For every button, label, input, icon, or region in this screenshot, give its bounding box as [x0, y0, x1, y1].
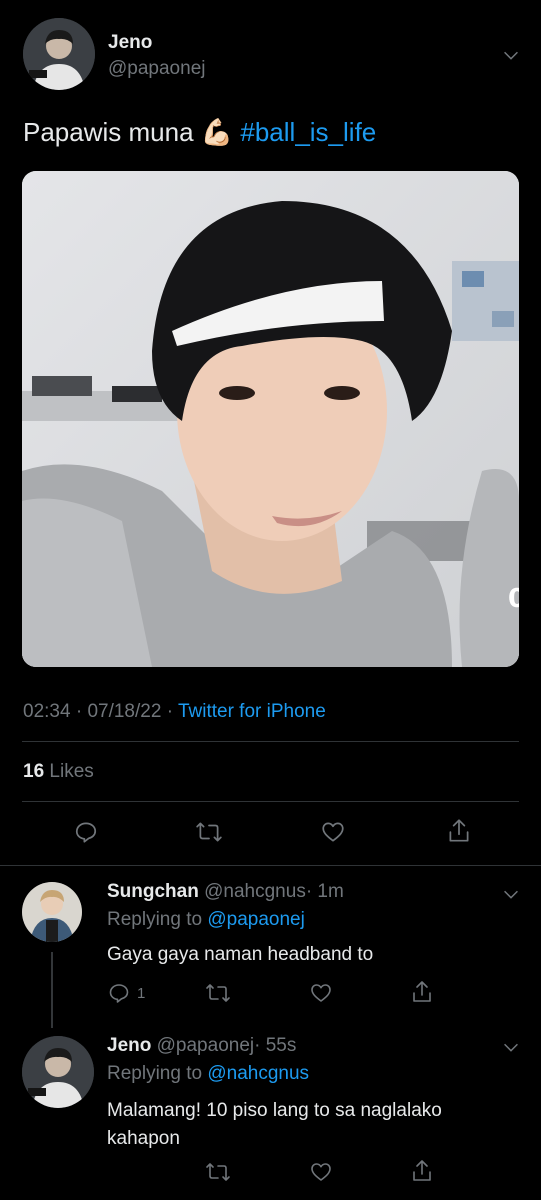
reply-count: 1	[137, 984, 146, 1002]
reply-author-name[interactable]: Jeno	[107, 1035, 151, 1056]
tweet-text: Papawis muna 💪🏻 #ball_is_life	[23, 117, 376, 148]
share-icon	[449, 819, 469, 842]
like-button[interactable]	[308, 981, 334, 1005]
photo-icon: 0	[22, 171, 519, 667]
like-button[interactable]	[308, 1160, 334, 1184]
share-button[interactable]	[410, 1158, 434, 1184]
replying-to-handle[interactable]: @papaonej	[207, 909, 304, 930]
chevron-down-icon[interactable]	[500, 1036, 522, 1058]
tweet-time: 02:34	[23, 701, 71, 722]
share-icon	[413, 981, 431, 1002]
reply-icon	[75, 822, 97, 843]
reply-button[interactable]: 1	[107, 981, 145, 1005]
reply-avatar[interactable]	[22, 882, 82, 942]
divider	[0, 865, 541, 866]
author-handle[interactable]: @papaonej	[108, 58, 205, 80]
heart-icon	[311, 984, 331, 1002]
overlay-char: 0	[508, 584, 519, 614]
replying-to-label: Replying to	[107, 909, 203, 930]
reply-text: Gaya gaya naman headband to	[107, 944, 374, 965]
reply-time: · 1m	[305, 881, 344, 902]
meta-separator: ·	[75, 701, 83, 722]
retweet-button[interactable]	[205, 1160, 231, 1184]
likes-label: Likes	[49, 761, 94, 782]
chevron-down-icon[interactable]	[500, 883, 522, 905]
retweet-icon	[196, 822, 222, 842]
reply-author-handle[interactable]: @papaonej	[157, 1035, 254, 1056]
replying-to: Replying to @nahcgnus	[107, 1063, 309, 1085]
tweet-body-text: Papawis muna	[23, 117, 194, 147]
reply-time: · 55s	[254, 1035, 297, 1056]
author-avatar[interactable]	[23, 18, 95, 90]
reply-button[interactable]	[73, 819, 99, 845]
flexed-biceps-emoji: 💪🏻	[200, 117, 234, 147]
hashtag-link[interactable]: #ball_is_life	[240, 117, 376, 147]
chevron-down-icon[interactable]	[500, 44, 522, 66]
reply-icon	[109, 984, 129, 1003]
thread-line	[51, 952, 53, 1028]
tweet-client-link[interactable]: Twitter for iPhone	[178, 701, 326, 722]
reply-header: Jeno @papaonej· 55s	[107, 1035, 296, 1057]
likes-count: 16	[23, 761, 45, 782]
replying-to: Replying to @papaonej	[107, 909, 305, 931]
share-icon	[413, 1160, 431, 1181]
like-button[interactable]	[319, 819, 347, 845]
divider	[22, 801, 519, 802]
heart-icon	[311, 1163, 331, 1181]
retweet-button[interactable]	[205, 981, 231, 1005]
retweet-button[interactable]	[195, 819, 223, 845]
retweet-icon	[206, 984, 230, 1002]
tweet-date: 07/18/22	[87, 701, 162, 722]
reply-author-handle[interactable]: @nahcgnus	[204, 881, 306, 902]
author-name[interactable]: Jeno	[108, 32, 152, 54]
share-button[interactable]	[446, 817, 472, 845]
reply-avatar[interactable]	[22, 1036, 94, 1108]
replying-to-handle[interactable]: @nahcgnus	[207, 1063, 309, 1084]
likes-summary[interactable]: 16 Likes	[23, 761, 94, 783]
divider	[22, 741, 519, 742]
heart-icon	[322, 822, 344, 842]
tweet-meta: 02:34 · 07/18/22 · Twitter for iPhone	[23, 701, 326, 723]
tweet-photo[interactable]: 0	[22, 171, 519, 667]
meta-separator-2: ·	[166, 701, 174, 722]
share-button[interactable]	[410, 979, 434, 1005]
reply-text: Malamang! 10 piso lang to sa naglalako k…	[107, 1100, 442, 1149]
reply-header: Sungchan @nahcgnus· 1m	[107, 881, 344, 903]
reply-author-name[interactable]: Sungchan	[107, 881, 199, 902]
replying-to-label: Replying to	[107, 1063, 203, 1084]
retweet-icon	[206, 1163, 230, 1181]
